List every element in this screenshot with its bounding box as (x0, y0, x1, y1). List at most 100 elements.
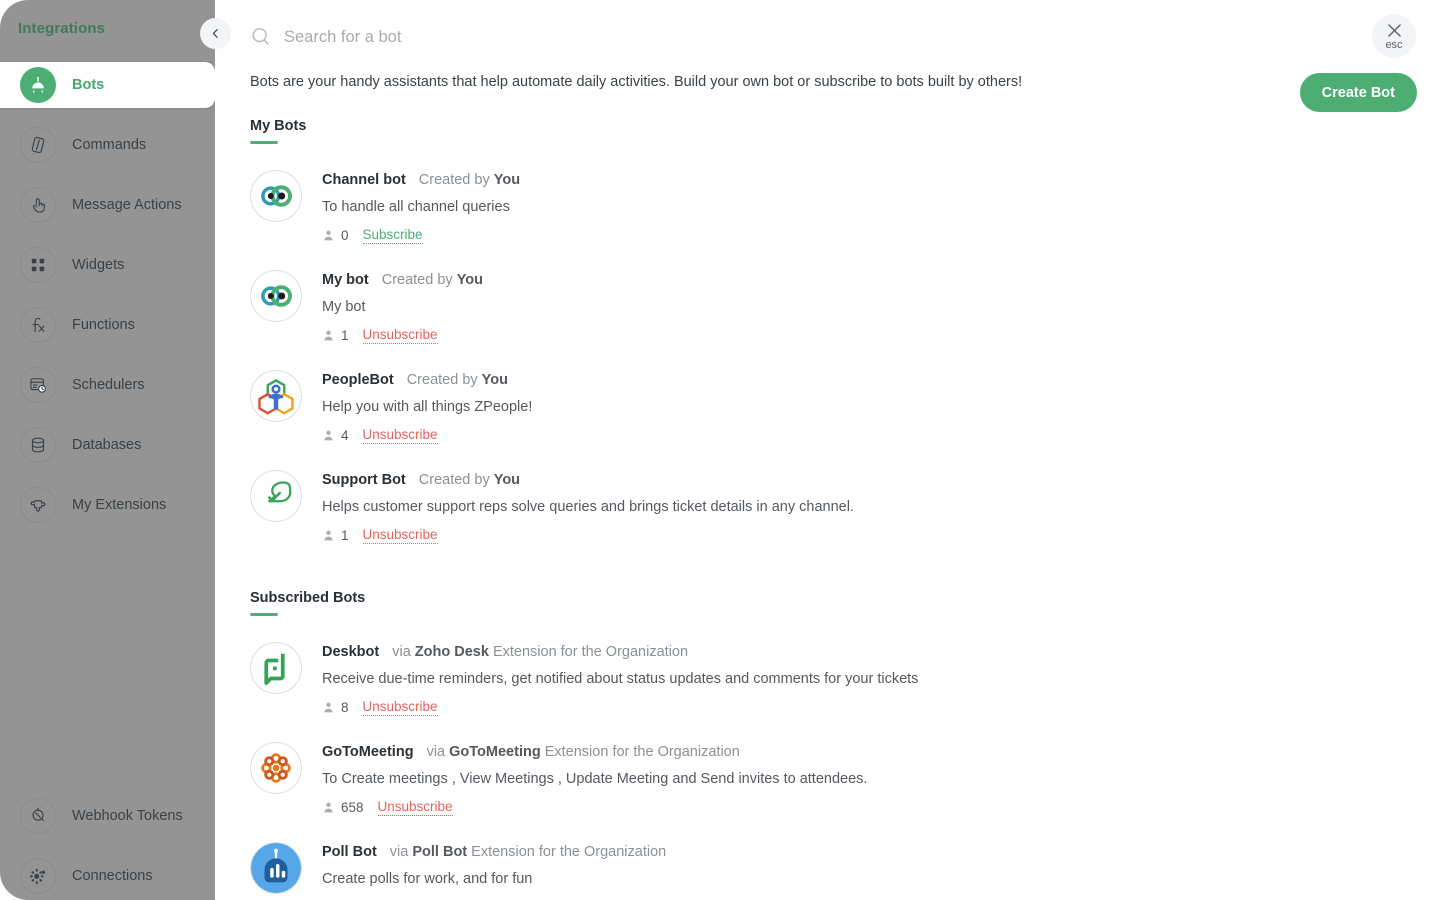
bot-title-line: PeopleBot Created by You (322, 371, 532, 389)
sidebar-item-schedulers[interactable]: Schedulers (0, 362, 215, 408)
bot-title-line: Channel bot Created by You (322, 171, 520, 189)
person-icon (324, 430, 333, 441)
close-button[interactable]: esc (1372, 14, 1416, 58)
subscriber-count: 8 (341, 700, 349, 715)
bot-name[interactable]: My bot (322, 271, 369, 289)
sidebar-item-functions[interactable]: Functions (0, 302, 215, 348)
search-icon (252, 27, 269, 45)
subscriber-count: 658 (341, 800, 364, 815)
search-input[interactable] (284, 27, 704, 47)
sidebar-item-label: Commands (72, 137, 147, 153)
my-bot-eyes-icon (250, 270, 302, 322)
bot-list-item[interactable]: Support Bot Created by You Helps customer … (250, 470, 1440, 544)
channel-bot-eyes-icon (250, 170, 302, 222)
subscribe-link[interactable]: Subscribe (362, 227, 423, 244)
bot-actions: 0 Subscribe (322, 227, 520, 244)
unsubscribe-link[interactable]: Unsubscribe (362, 427, 438, 444)
bot-list-item[interactable]: Channel bot Created by You To handle all c… (250, 170, 1440, 244)
bot-description: My bot (322, 299, 366, 315)
bot-meta: Created by You (418, 472, 521, 488)
subscriber-count: 4 (341, 428, 349, 443)
bot-name[interactable]: Poll Bot (322, 843, 377, 861)
bot-actions: 1 Unsubscribe (322, 527, 854, 544)
bot-meta-strong: You (481, 372, 508, 388)
section-heading: My Bots (250, 118, 307, 134)
hand-tap-icon (20, 187, 56, 223)
subscriber-count: 1 (341, 528, 349, 543)
sidebar-nav-bottom: Webhook Tokens Connections (0, 793, 215, 900)
person-icon (324, 330, 333, 341)
subscriber-count: 0 (341, 228, 349, 243)
bot-actions: 658 Unsubscribe (322, 799, 867, 816)
bot-list-item[interactable]: PeopleBot Created by You Help you with all… (250, 370, 1440, 444)
grid-squares-icon (20, 247, 56, 283)
bot-list-item[interactable]: Deskbot via Zoho Desk Extension for the O… (250, 642, 1440, 716)
section-underline (250, 141, 278, 144)
unsubscribe-link[interactable]: Unsubscribe (362, 327, 438, 344)
bot-meta-strong: Zoho Desk (414, 644, 489, 660)
integrations-modal: Integrations Bots Commands Message Actions… (0, 0, 1440, 900)
sidebar-item-message-actions[interactable]: Message Actions (0, 182, 215, 228)
bot-details: Poll Bot via Poll Bot Extension for the O… (322, 842, 666, 888)
puzzle-piece-icon (20, 487, 56, 523)
bots-list: My Bots Channel bot Created by You To handl… (215, 118, 1440, 900)
close-icon (1387, 24, 1401, 37)
sidebar-item-commands[interactable]: Commands (0, 122, 215, 168)
sidebar-item-databases[interactable]: Databases (0, 422, 215, 468)
section-heading: Subscribed Bots (250, 590, 366, 606)
bot-name[interactable]: PeopleBot (322, 371, 394, 389)
sidebar-item-my-extensions[interactable]: My Extensions (0, 482, 215, 528)
sidebar-item-label: Message Actions (72, 197, 182, 213)
support-check-bubble-icon (250, 470, 302, 522)
bot-meta-strong: You (456, 272, 483, 288)
bot-details: PeopleBot Created by You Help you with all… (322, 370, 532, 444)
sidebar-collapse-button[interactable] (200, 18, 231, 49)
bot-description: Help you with all things ZPeople! (322, 399, 533, 415)
plug-icon (20, 798, 56, 834)
bot-name[interactable]: Support Bot (322, 471, 406, 489)
sidebar-nav: Bots Commands Message Actions Widgets Functi… (0, 62, 215, 542)
person-icon (324, 702, 333, 713)
poll-bot-icon (250, 842, 302, 894)
bot-actions: 4 Unsubscribe (322, 427, 532, 444)
sidebar-item-widgets[interactable]: Widgets (0, 242, 215, 288)
bot-meta: Created by You (406, 372, 508, 388)
bot-description: Helps customer support reps solve querie… (322, 499, 854, 515)
bot-details: Support Bot Created by You Helps customer … (322, 470, 854, 544)
bot-list-item[interactable]: My bot Created by You My bot 1 Unsubscribe (250, 270, 1440, 344)
sidebar-item-label: Widgets (72, 257, 125, 273)
sidebar-item-label: Databases (72, 437, 142, 453)
unsubscribe-link[interactable]: Unsubscribe (377, 799, 453, 816)
chevron-left-icon (212, 29, 218, 38)
unsubscribe-link[interactable]: Unsubscribe (362, 699, 438, 716)
bot-name[interactable]: GoToMeeting (322, 743, 414, 761)
sidebar-item-label: Functions (72, 317, 135, 333)
bot-title-line: Support Bot Created by You (322, 471, 854, 489)
search-bar[interactable] (250, 22, 704, 52)
bot-description: Create polls for work, and for fun (322, 871, 533, 887)
bot-name[interactable]: Channel bot (322, 171, 406, 189)
slash-command-icon (20, 127, 56, 163)
bot-title-line: GoToMeeting via GoToMeeting Extension for… (322, 743, 867, 761)
bot-list-item[interactable]: GoToMeeting via GoToMeeting Extension for… (250, 742, 1440, 816)
close-button-label: esc (1385, 39, 1403, 51)
bot-meta: Created by You (381, 272, 483, 288)
sidebar-item-label: Bots (72, 77, 105, 93)
create-bot-button[interactable]: Create Bot (1299, 73, 1417, 112)
bot-list-item[interactable]: Poll Bot via Poll Bot Extension for the O… (250, 842, 1440, 894)
sidebar-title: Integrations (18, 20, 106, 37)
bot-meta-strong: You (493, 472, 521, 488)
bot-details: Deskbot via Zoho Desk Extension for the O… (322, 642, 918, 716)
sidebar-item-webhook-tokens[interactable]: Webhook Tokens (0, 793, 215, 839)
unsubscribe-link[interactable]: Unsubscribe (362, 527, 438, 544)
bot-meta: via Zoho Desk Extension for the Organiza… (392, 644, 689, 660)
bot-actions: 8 Unsubscribe (322, 699, 918, 716)
gear-icon (20, 858, 56, 894)
bot-name[interactable]: Deskbot (322, 643, 379, 661)
sidebar-item-connections[interactable]: Connections (0, 853, 215, 899)
people-hexagon-icon (250, 370, 302, 422)
bot-meta-strong: Poll Bot (412, 844, 468, 860)
section-underline (250, 613, 278, 616)
sidebar-item-bots[interactable]: Bots (0, 62, 215, 108)
